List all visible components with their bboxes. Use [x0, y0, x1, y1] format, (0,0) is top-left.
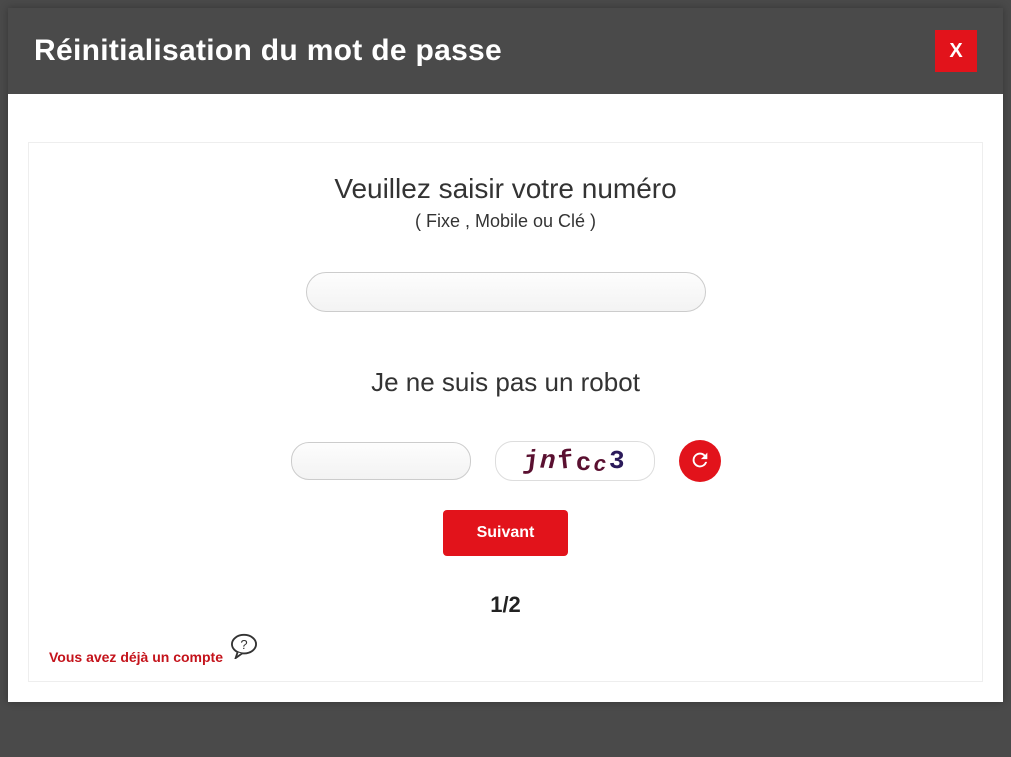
captcha-row: jnfcc3 — [59, 440, 952, 482]
refresh-icon — [689, 449, 711, 474]
close-button[interactable]: X — [935, 30, 977, 72]
svg-text:?: ? — [240, 637, 247, 652]
prompt-sub: ( Fixe , Mobile ou Clé ) — [59, 211, 952, 232]
captcha-input[interactable] — [291, 442, 471, 480]
existing-account-row: Vous avez déjà un compte ? — [49, 633, 259, 665]
captcha-label: Je ne suis pas un robot — [59, 367, 952, 398]
modal-header: Réinitialisation du mot de passe X — [8, 8, 1003, 94]
form-card: Veuillez saisir votre numéro ( Fixe , Mo… — [28, 142, 983, 682]
modal-body: Veuillez saisir votre numéro ( Fixe , Mo… — [8, 94, 1003, 702]
prompt-main: Veuillez saisir votre numéro — [59, 173, 952, 205]
modal-title: Réinitialisation du mot de passe — [34, 34, 502, 68]
next-button[interactable]: Suivant — [443, 510, 569, 556]
help-icon[interactable]: ? — [229, 633, 259, 659]
existing-account-link[interactable]: Vous avez déjà un compte — [49, 649, 223, 665]
captcha-image: jnfcc3 — [495, 441, 655, 481]
step-indicator: 1/2 — [59, 592, 952, 618]
password-reset-modal: Réinitialisation du mot de passe X Veuil… — [8, 8, 1003, 702]
phone-number-input[interactable] — [306, 272, 706, 312]
refresh-captcha-button[interactable] — [679, 440, 721, 482]
